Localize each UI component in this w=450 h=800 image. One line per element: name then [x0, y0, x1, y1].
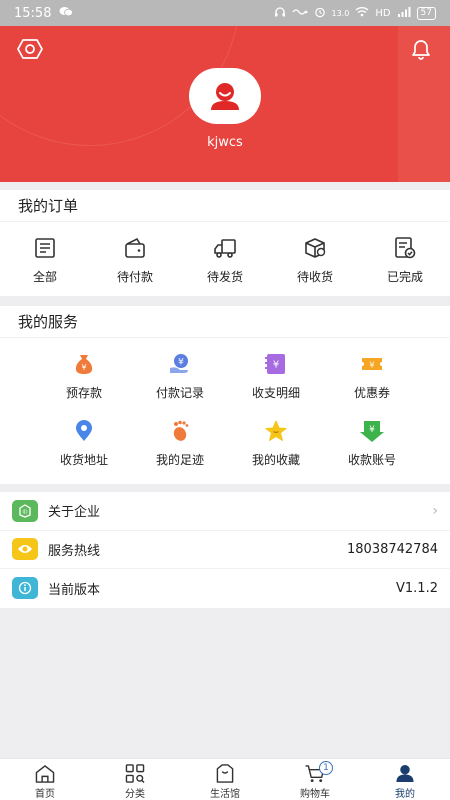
- home-icon: [35, 765, 55, 783]
- chevron-right-icon: ›: [432, 502, 438, 519]
- eye-settings-icon[interactable]: [17, 36, 43, 62]
- battery-indicator: 57: [416, 6, 436, 20]
- current-version-label: 当前版本: [48, 582, 101, 598]
- service-address-label: 收货地址: [59, 453, 108, 467]
- tab-life-hall-label: 生活馆: [210, 789, 240, 800]
- service-receive-account-button[interactable]: ¥ 收款账号: [324, 405, 420, 472]
- info-list-card: ID 关于企业 › 服务热线 18038742784 当前版本 V1.1.2: [0, 492, 450, 608]
- order-all-button[interactable]: 全部: [0, 222, 90, 296]
- wechat-icon: [59, 6, 74, 20]
- order-pending-receipt-button[interactable]: 待收货: [270, 222, 360, 296]
- service-payment-record-label: 付款记录: [155, 386, 204, 400]
- tab-mine-label: 我的: [395, 789, 415, 800]
- order-completed-button[interactable]: 已完成: [360, 222, 450, 296]
- order-all-label: 全部: [32, 270, 57, 284]
- cart-count-badge: 1: [319, 761, 333, 775]
- coupon-icon: ¥: [362, 358, 382, 370]
- payment-record-icon: ¥: [170, 354, 188, 373]
- order-completed-label: 已完成: [386, 270, 423, 284]
- order-pending-shipment-label: 待发货: [206, 270, 243, 284]
- user-avatar-icon: [211, 83, 239, 110]
- service-favorites-button[interactable]: 我的收藏: [228, 405, 324, 472]
- service-ledger-button[interactable]: ¥ 收支明细: [228, 338, 324, 405]
- services-title: 我的服务: [0, 306, 450, 338]
- my-orders-card: 我的订单 全部 待付款 待发货 待收货 已完成: [0, 190, 450, 296]
- alarm-icon: [314, 6, 326, 21]
- tab-home-label: 首页: [35, 789, 55, 800]
- my-services-card: 我的服务 ¥ 预存款 ¥ 付款记录 ¥ 收支明细 ¥ 优惠券 收货地址 我的足迹…: [0, 306, 450, 484]
- tab-category-label: 分类: [125, 789, 145, 800]
- service-hotline-label: 服务热线: [48, 543, 101, 559]
- truck-icon: [214, 239, 236, 258]
- network-speed: 13.0: [331, 8, 350, 18]
- username: kjwcs: [207, 135, 243, 150]
- order-pending-shipment-button[interactable]: 待发货: [180, 222, 270, 296]
- order-pending-receipt-label: 待收货: [296, 270, 333, 284]
- avatar[interactable]: [189, 68, 261, 124]
- profile-icon: [396, 764, 414, 783]
- service-coupon-label: 优惠券: [353, 386, 390, 400]
- service-payment-record-button[interactable]: ¥ 付款记录: [132, 338, 228, 405]
- service-coupon-button[interactable]: ¥ 优惠券: [324, 338, 420, 405]
- package-icon: [305, 238, 326, 258]
- svg-text:ID: ID: [22, 509, 27, 515]
- svg-text:¥: ¥: [369, 361, 374, 370]
- completed-doc-icon: [395, 237, 416, 259]
- profile-header: kjwcs: [0, 26, 450, 182]
- receive-account-icon: ¥: [360, 421, 384, 442]
- service-receive-account-label: 收款账号: [347, 453, 396, 467]
- about-enterprise-row[interactable]: ID 关于企业 ›: [0, 492, 450, 531]
- service-footprint-button[interactable]: 我的足迹: [132, 405, 228, 472]
- network-type: HD: [375, 7, 391, 19]
- footprint-icon: [173, 420, 189, 441]
- bottom-tab-bar: 首页 分类 生活馆 1 购物车 我的: [0, 758, 450, 800]
- status-bar: 15:58 13.0 HD 57: [0, 0, 450, 26]
- star-icon: [265, 420, 287, 441]
- status-time: 15:58: [14, 5, 52, 21]
- service-hotline-row[interactable]: 服务热线 18038742784: [0, 531, 450, 570]
- service-hotline-value[interactable]: 18038742784: [347, 542, 438, 557]
- hotline-icon: [12, 538, 38, 561]
- tab-category[interactable]: 分类: [90, 759, 180, 800]
- svg-text:¥: ¥: [369, 425, 375, 435]
- location-pin-icon: [76, 420, 92, 441]
- link-icon: [291, 7, 308, 20]
- tab-life-hall[interactable]: 生活馆: [180, 759, 270, 800]
- category-icon: [125, 764, 145, 783]
- svg-text:¥: ¥: [178, 358, 184, 368]
- service-favorites-label: 我的收藏: [251, 453, 300, 467]
- current-version-row: 当前版本 V1.1.2: [0, 569, 450, 608]
- notification-bell-icon[interactable]: [408, 36, 434, 62]
- service-prepaid-label: 预存款: [65, 386, 102, 400]
- orders-title: 我的订单: [0, 190, 450, 222]
- life-hall-icon: [216, 764, 234, 783]
- tab-mine[interactable]: 我的: [360, 759, 450, 800]
- money-bag-icon: ¥: [75, 355, 93, 374]
- svg-text:¥: ¥: [273, 360, 279, 371]
- wifi-icon: [355, 6, 369, 20]
- service-prepaid-button[interactable]: ¥ 预存款: [36, 338, 132, 405]
- wallet-icon: [125, 237, 145, 258]
- enterprise-icon: ID: [12, 499, 38, 522]
- headset-icon: [274, 6, 286, 21]
- svg-text:¥: ¥: [81, 363, 86, 372]
- about-enterprise-label: 关于企业: [48, 505, 101, 521]
- ledger-icon: ¥: [265, 354, 285, 374]
- version-info-icon: [12, 577, 38, 600]
- service-footprint-label: 我的足迹: [155, 453, 204, 467]
- service-ledger-label: 收支明细: [251, 386, 300, 400]
- order-pending-payment-button[interactable]: 待付款: [90, 222, 180, 296]
- tab-home[interactable]: 首页: [0, 759, 90, 800]
- tab-cart-label: 购物车: [300, 789, 330, 800]
- order-pending-payment-label: 待付款: [116, 270, 153, 284]
- service-address-button[interactable]: 收货地址: [36, 405, 132, 472]
- current-version-value: V1.1.2: [396, 580, 438, 596]
- order-list-icon: [35, 238, 55, 258]
- signal-icon: [397, 6, 411, 20]
- tab-cart[interactable]: 1 购物车: [270, 759, 360, 800]
